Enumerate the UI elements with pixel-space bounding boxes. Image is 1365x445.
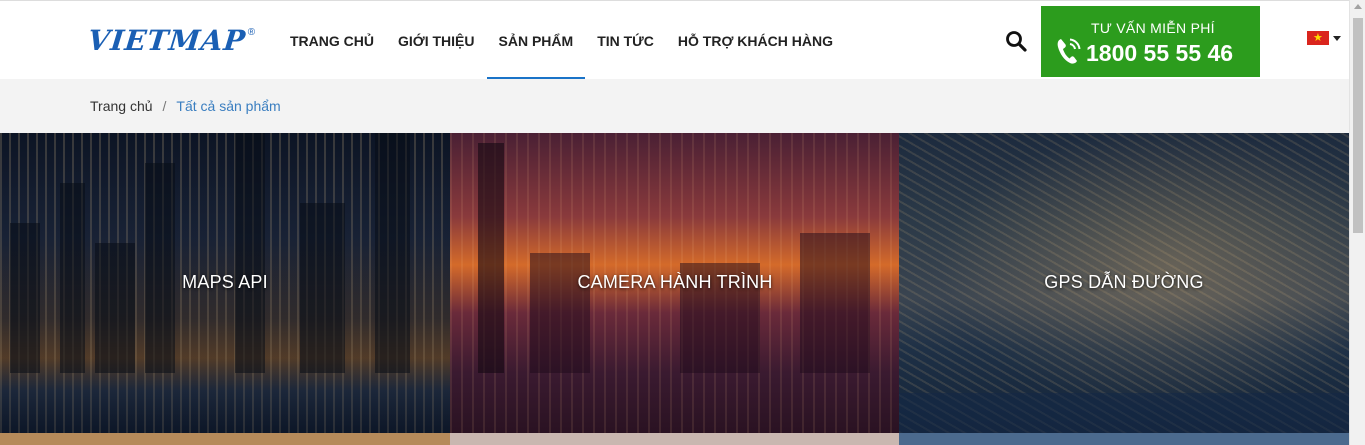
scroll-up-arrow-icon[interactable]	[1354, 4, 1362, 9]
breadcrumb-separator: /	[162, 98, 167, 114]
tile-label-camera-hanh-trinh: CAMERA HÀNH TRÌNH	[577, 272, 773, 292]
product-tile-row-2-b[interactable]	[450, 433, 900, 445]
nav-item-ho-tro-khach-hang[interactable]: HỖ TRỢ KHÁCH HÀNG	[666, 1, 845, 80]
site-header: VIETMAP ® TRANG CHỦ GIỚI THIỆU SẢN PHẨM …	[0, 0, 1349, 80]
product-tile-gps-dan-duong[interactable]: GPS DẪN ĐƯỜNG	[899, 133, 1349, 433]
vietmap-logo[interactable]: VIETMAP ®	[86, 24, 256, 57]
page-scrollbar[interactable]	[1349, 0, 1365, 445]
nav-item-tin-tuc[interactable]: TIN TỨC	[585, 1, 666, 80]
registered-mark: ®	[247, 27, 256, 38]
breadcrumb-home-link[interactable]: Trang chủ	[90, 98, 153, 114]
nav-item-san-pham[interactable]: SẢN PHẨM	[486, 1, 586, 80]
product-grid: MAPS API CAMERA HÀNH TRÌNH GPS DẪN ĐƯỜNG	[0, 133, 1349, 445]
breadcrumb-current[interactable]: Tất cả sản phẩm	[176, 98, 280, 114]
scrollbar-thumb[interactable]	[1353, 18, 1363, 233]
phone-icon	[1055, 36, 1081, 66]
product-tile-maps-api[interactable]: MAPS API	[0, 133, 450, 433]
hotline-number: 1800 55 55 46	[1086, 40, 1234, 66]
vietnam-flag-icon[interactable]: ★	[1307, 31, 1329, 45]
product-tile-row-2-c[interactable]	[899, 433, 1349, 445]
hotline-label: TƯ VẤN MIỄN PHÍ	[1091, 20, 1215, 36]
product-tile-row-2-a[interactable]	[0, 433, 450, 445]
tile-label-gps-dan-duong: GPS DẪN ĐƯỜNG	[1044, 272, 1204, 292]
logo-text: VIETMAP	[86, 24, 248, 57]
hotline-button[interactable]: TƯ VẤN MIỄN PHÍ 1800 55 55 46	[1041, 6, 1260, 77]
main-nav: TRANG CHỦ GIỚI THIỆU SẢN PHẨM TIN TỨC HỖ…	[278, 1, 845, 80]
language-dropdown-caret-icon[interactable]	[1333, 36, 1341, 41]
breadcrumb-bar: Trang chủ / Tất cả sản phẩm	[0, 79, 1349, 133]
nav-item-gioi-thieu[interactable]: GIỚI THIỆU	[386, 1, 487, 80]
search-icon[interactable]	[1004, 29, 1028, 53]
nav-item-trang-chu[interactable]: TRANG CHỦ	[278, 1, 386, 80]
breadcrumb: Trang chủ / Tất cả sản phẩm	[90, 98, 281, 114]
tile-label-maps-api: MAPS API	[182, 272, 268, 292]
product-tile-camera-hanh-trinh[interactable]: CAMERA HÀNH TRÌNH	[450, 133, 900, 433]
